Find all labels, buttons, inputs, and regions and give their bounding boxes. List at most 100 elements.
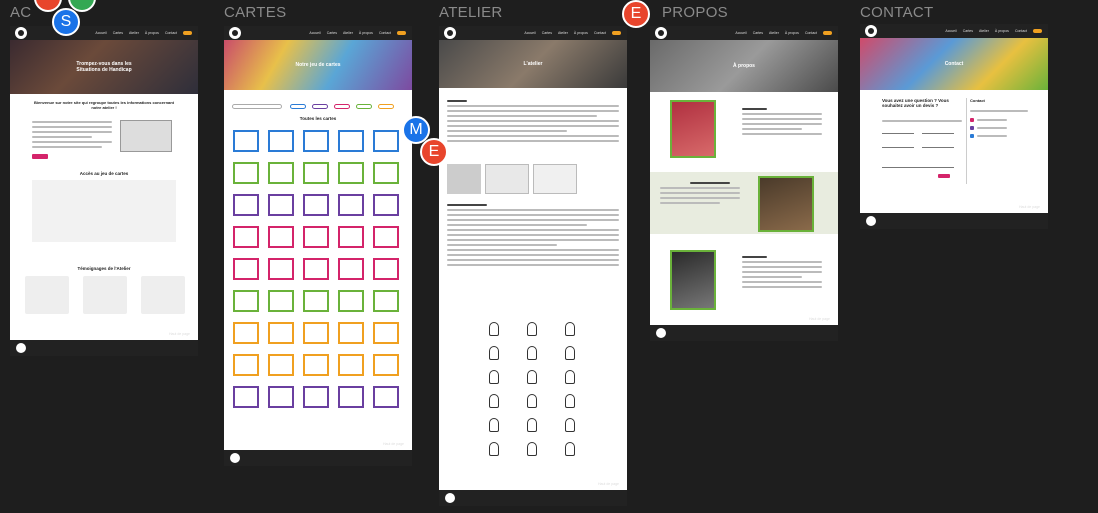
card-thumbnail[interactable] [338, 194, 364, 216]
card-thumbnail[interactable] [233, 258, 259, 280]
card-thumbnail[interactable] [268, 290, 294, 312]
nav-accueil[interactable]: Accueil [735, 31, 746, 35]
name-field[interactable] [882, 128, 914, 134]
logo-icon[interactable] [655, 27, 667, 39]
card-thumbnail[interactable] [233, 162, 259, 184]
search-input[interactable] [232, 104, 282, 109]
card-thumbnail[interactable] [373, 130, 399, 152]
nav-contact[interactable]: Contact [165, 31, 177, 35]
frame-cartes[interactable]: Accueil Cartes Atelier À propos Contact … [224, 26, 412, 466]
nav-apropos[interactable]: À propos [995, 29, 1009, 33]
card-thumbnail[interactable] [303, 162, 329, 184]
filter-pink[interactable] [334, 104, 350, 109]
nav-contact[interactable]: Contact [379, 31, 391, 35]
card-thumbnail[interactable] [303, 194, 329, 216]
nav-atelier[interactable]: Atelier [129, 31, 139, 35]
card-thumbnail[interactable] [268, 194, 294, 216]
back-to-top-link[interactable]: Haut de page [598, 482, 619, 486]
logo-icon[interactable] [229, 27, 241, 39]
nav-atelier[interactable]: Atelier [558, 31, 568, 35]
card-thumbnail[interactable] [373, 162, 399, 184]
card-thumbnail[interactable] [338, 322, 364, 344]
nav-apropos[interactable]: À propos [785, 31, 799, 35]
nav-contact[interactable]: Contact [594, 31, 606, 35]
card-thumbnail[interactable] [338, 162, 364, 184]
card-thumbnail[interactable] [303, 386, 329, 408]
nav-apropos[interactable]: À propos [359, 31, 373, 35]
nav-cartes[interactable]: Cartes [327, 31, 337, 35]
nav-cartes[interactable]: Cartes [542, 31, 552, 35]
back-to-top-link[interactable]: Haut de page [1019, 205, 1040, 209]
message-field[interactable] [882, 156, 954, 168]
card-thumbnail[interactable] [373, 258, 399, 280]
nav-cartes[interactable]: Cartes [753, 31, 763, 35]
logo-icon[interactable] [444, 27, 456, 39]
instagram-icon[interactable] [970, 118, 974, 122]
card-thumbnail[interactable] [233, 226, 259, 248]
nav-contact[interactable]: Contact [805, 31, 817, 35]
card-thumbnail[interactable] [233, 386, 259, 408]
card-thumbnail[interactable] [233, 322, 259, 344]
nav-atelier[interactable]: Atelier [979, 29, 989, 33]
accueil-cta-button[interactable] [32, 154, 48, 159]
social-icon[interactable] [970, 126, 974, 130]
cards-preview[interactable] [32, 180, 176, 242]
collaborator-avatar-s[interactable]: S [52, 8, 80, 36]
card-thumbnail[interactable] [233, 130, 259, 152]
card-thumbnail[interactable] [303, 322, 329, 344]
send-button[interactable] [938, 174, 950, 178]
nav-accueil[interactable]: Accueil [945, 29, 956, 33]
frame-accueil[interactable]: Accueil Cartes Atelier À propos Contact … [10, 26, 198, 356]
card-thumbnail[interactable] [338, 290, 364, 312]
card-thumbnail[interactable] [303, 226, 329, 248]
card-thumbnail[interactable] [338, 258, 364, 280]
card-thumbnail[interactable] [268, 322, 294, 344]
nav-apropos[interactable]: À propos [574, 31, 588, 35]
back-to-top-link[interactable]: Haut de page [809, 317, 830, 321]
card-thumbnail[interactable] [233, 194, 259, 216]
card-thumbnail[interactable] [338, 386, 364, 408]
back-to-top-link[interactable]: Haut de page [383, 442, 404, 446]
card-thumbnail[interactable] [338, 354, 364, 376]
card-thumbnail[interactable] [303, 354, 329, 376]
card-thumbnail[interactable] [303, 130, 329, 152]
phone-field[interactable] [882, 142, 914, 148]
card-thumbnail[interactable] [233, 290, 259, 312]
back-to-top-link[interactable]: Haut de page [169, 332, 190, 336]
card-thumbnail[interactable] [373, 194, 399, 216]
nav-accueil[interactable]: Accueil [524, 31, 535, 35]
nav-accueil[interactable]: Accueil [95, 31, 106, 35]
firstname-field[interactable] [922, 128, 954, 134]
card-thumbnail[interactable] [373, 386, 399, 408]
nav-contact[interactable]: Contact [1015, 29, 1027, 33]
frame-label-atelier[interactable]: ATELIER [439, 4, 503, 21]
nav-cartes[interactable]: Cartes [113, 31, 123, 35]
filter-orange[interactable] [378, 104, 394, 109]
toggle-switch[interactable] [397, 31, 406, 35]
card-thumbnail[interactable] [268, 354, 294, 376]
card-thumbnail[interactable] [373, 290, 399, 312]
nav-atelier[interactable]: Atelier [343, 31, 353, 35]
nav-cartes[interactable]: Cartes [963, 29, 973, 33]
toggle-switch[interactable] [183, 31, 192, 35]
card-thumbnail[interactable] [373, 226, 399, 248]
card-thumbnail[interactable] [268, 258, 294, 280]
footer-logo-icon[interactable] [16, 343, 26, 353]
email-field[interactable] [922, 142, 954, 148]
card-thumbnail[interactable] [303, 258, 329, 280]
card-thumbnail[interactable] [373, 322, 399, 344]
collaborator-avatar-e[interactable]: E [420, 138, 448, 166]
frame-label-accueil[interactable]: AC [10, 4, 31, 21]
linkedin-icon[interactable] [970, 134, 974, 138]
contact-form[interactable] [882, 118, 962, 178]
logo-icon[interactable] [15, 27, 27, 39]
footer-logo-icon[interactable] [445, 493, 455, 503]
card-thumbnail[interactable] [268, 386, 294, 408]
filter-blue[interactable] [290, 104, 306, 109]
card-thumbnail[interactable] [338, 130, 364, 152]
toggle-switch[interactable] [1033, 29, 1042, 33]
collaborator-avatar-e-2[interactable]: E [622, 0, 650, 28]
frame-contact[interactable]: Accueil Cartes Atelier À propos Contact … [860, 24, 1048, 229]
nav-apropos[interactable]: À propos [145, 31, 159, 35]
frame-label-cartes[interactable]: CARTES [224, 4, 286, 21]
